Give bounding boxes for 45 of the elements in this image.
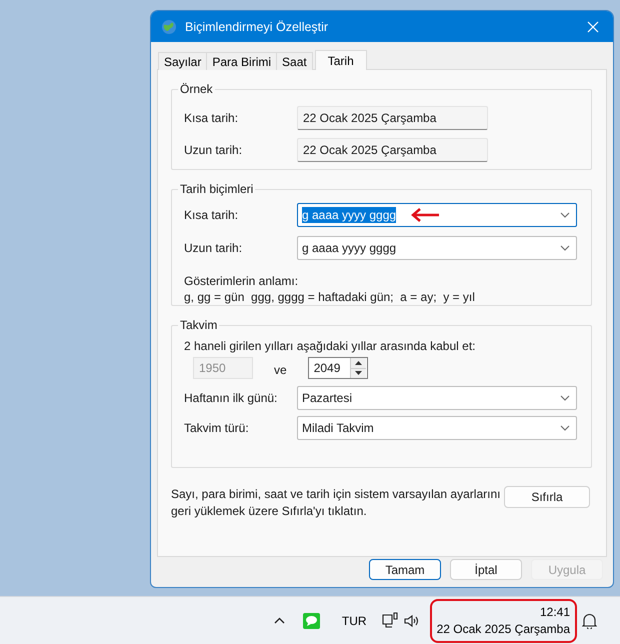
group-title: Örnek: [179, 82, 214, 96]
clock[interactable]: 12:41 22 Ocak 2025 Çarşamba: [430, 598, 577, 642]
dialog-button[interactable]: İptal: [450, 559, 522, 580]
legend-text: g, gg = gün ggg, gggg = haftadaki gün; a = ay; y = yıl: [184, 290, 476, 304]
chevron-down-icon: [560, 212, 570, 218]
network-icon[interactable]: [382, 612, 399, 629]
sample-field: 22 Ocak 2025 Çarşamba: [297, 138, 488, 162]
window-title: Biçimlendirmeyi Özelleştir: [185, 20, 330, 34]
triangle-down-icon: [354, 371, 362, 376]
dropdown[interactable]: Miladi Takvim: [297, 416, 577, 440]
and-label: ve: [274, 363, 287, 377]
bell-icon[interactable]: [582, 612, 597, 629]
tab[interactable]: Para Birimi: [206, 52, 278, 70]
year-range-label: 2 haneli girilen yılları aşağıdaki yıllar arasında kabul et:: [184, 339, 476, 353]
chevron-down-icon: [560, 245, 570, 251]
chevron-down-icon: [560, 425, 570, 431]
sample-field: 22 Ocak 2025 Çarşamba: [297, 106, 488, 130]
chevron-down-icon: [560, 395, 570, 401]
language-indicator[interactable]: TUR: [342, 614, 367, 628]
triangle-up-icon: [354, 360, 362, 365]
legend-title: Gösterimlerin anlamı:: [184, 274, 300, 288]
reset-button[interactable]: Sıfırla: [504, 486, 590, 508]
field-label: Uzun tarih:: [184, 241, 244, 255]
field-label: Kısa tarih:: [184, 208, 240, 222]
spin-up-button[interactable]: [350, 358, 366, 368]
field-label: Uzun tarih:: [184, 143, 244, 157]
chevron-up-icon[interactable]: [274, 617, 285, 624]
year-spinner[interactable]: 2049: [308, 357, 368, 379]
field-label: Kısa tarih:: [184, 111, 240, 125]
reset-hint: Sayı, para birimi, saat ve tarih için sistem varsayılan ayarlarını geri yüklemek üzere Sıfırla'yı tıklatın.: [171, 486, 500, 520]
dropdown[interactable]: Pazartesi: [297, 386, 577, 410]
globe-icon: [161, 18, 177, 34]
spin-down-button[interactable]: [350, 368, 366, 378]
field-label: Haftanın ilk günü:: [184, 391, 278, 405]
speaker-icon[interactable]: [404, 614, 420, 628]
close-icon: [587, 20, 599, 32]
group-title: Tarih biçimleri: [179, 182, 254, 196]
tab[interactable]: Tarih: [314, 50, 367, 70]
tab[interactable]: Sayılar: [158, 52, 208, 70]
group-title: Takvim: [179, 318, 218, 332]
dialog-button[interactable]: Tamam: [369, 559, 441, 580]
format-dropdown[interactable]: g aaaa yyyy gggg: [297, 203, 577, 227]
tab[interactable]: Saat: [276, 52, 313, 70]
field-label: Takvim türü:: [184, 421, 250, 435]
format-dropdown[interactable]: g aaaa yyyy gggg: [297, 236, 577, 260]
